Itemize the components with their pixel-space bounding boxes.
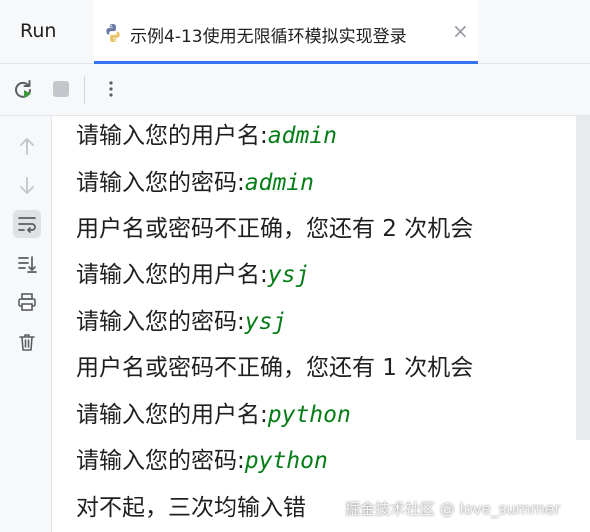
console-side-toolbar xyxy=(0,116,52,532)
user-input-text: admin xyxy=(244,170,314,196)
prompt-text: 请输入您的用户名: xyxy=(76,262,268,288)
user-input-text: admin xyxy=(267,123,337,149)
scroll-to-end-icon xyxy=(18,256,37,273)
more-options-button[interactable] xyxy=(98,76,124,102)
user-input-text: ysj xyxy=(267,262,310,288)
print-button[interactable] xyxy=(13,288,41,316)
console-output[interactable]: 请输入您的用户名:admin 请输入您的密码:admin 用户名或密码不正确，您… xyxy=(52,116,590,532)
output-text: 用户名或密码不正确，您还有 2 次机会 xyxy=(76,216,474,242)
console-line: 用户名或密码不正确，您还有 2 次机会 xyxy=(76,213,473,245)
up-arrow-icon xyxy=(20,138,34,155)
prompt-text: 请输入您的用户名: xyxy=(76,402,268,428)
user-input-text: ysj xyxy=(244,309,287,335)
console-line: 对不起，三次均输入错 xyxy=(76,492,306,524)
print-icon xyxy=(18,293,36,311)
python-file-icon xyxy=(106,24,120,42)
prompt-text: 请输入您的密码: xyxy=(76,309,245,335)
soft-wrap-icon xyxy=(18,217,36,233)
prompt-text: 请输入您的用户名: xyxy=(76,123,268,149)
toolbar-separator xyxy=(84,76,85,104)
prompt-text: 请输入您的密码: xyxy=(76,448,245,474)
prompt-text: 请输入您的密码: xyxy=(76,170,245,196)
console-line: 用户名或密码不正确，您还有 1 次机会 xyxy=(76,352,473,384)
clear-all-button[interactable] xyxy=(13,328,41,356)
console-line: 请输入您的密码:python xyxy=(76,445,328,477)
console-line: 请输入您的用户名:ysj xyxy=(76,259,309,291)
tab-run-configuration[interactable]: 示例4-13使用无限循环模拟实现登录 × xyxy=(94,0,478,64)
stop-button[interactable] xyxy=(48,76,74,102)
run-tool-window-header: Run 示例4-13使用无限循环模拟实现登录 × xyxy=(0,0,590,64)
user-input-text: python xyxy=(267,402,351,428)
close-tab-icon[interactable]: × xyxy=(452,19,469,43)
console-line: 请输入您的密码:admin xyxy=(76,167,314,199)
output-text: 用户名或密码不正确，您还有 1 次机会 xyxy=(76,355,474,381)
rerun-icon xyxy=(15,80,31,98)
tab-title: 示例4-13使用无限循环模拟实现登录 xyxy=(130,27,407,47)
more-options-icon xyxy=(109,81,113,97)
stop-icon xyxy=(53,81,69,97)
rerun-button[interactable] xyxy=(10,76,36,102)
watermark: 掘金技术社区 @ love_summer xyxy=(345,500,561,518)
user-input-text: python xyxy=(244,448,328,474)
soft-wrap-button[interactable] xyxy=(13,210,41,238)
console-line: 请输入您的用户名:python xyxy=(76,399,351,431)
run-title: Run xyxy=(20,20,57,42)
output-text: 对不起，三次均输入错 xyxy=(76,495,306,521)
down-arrow-icon xyxy=(20,177,34,194)
up-button[interactable] xyxy=(13,132,41,160)
down-button[interactable] xyxy=(13,172,41,200)
console-line: 请输入您的密码:ysj xyxy=(76,306,286,338)
scroll-to-end-button[interactable] xyxy=(13,250,41,278)
vertical-scrollbar[interactable] xyxy=(576,116,590,440)
trash-icon xyxy=(19,334,35,351)
run-toolbar xyxy=(0,64,590,116)
console-line: 请输入您的用户名:admin xyxy=(76,120,337,152)
